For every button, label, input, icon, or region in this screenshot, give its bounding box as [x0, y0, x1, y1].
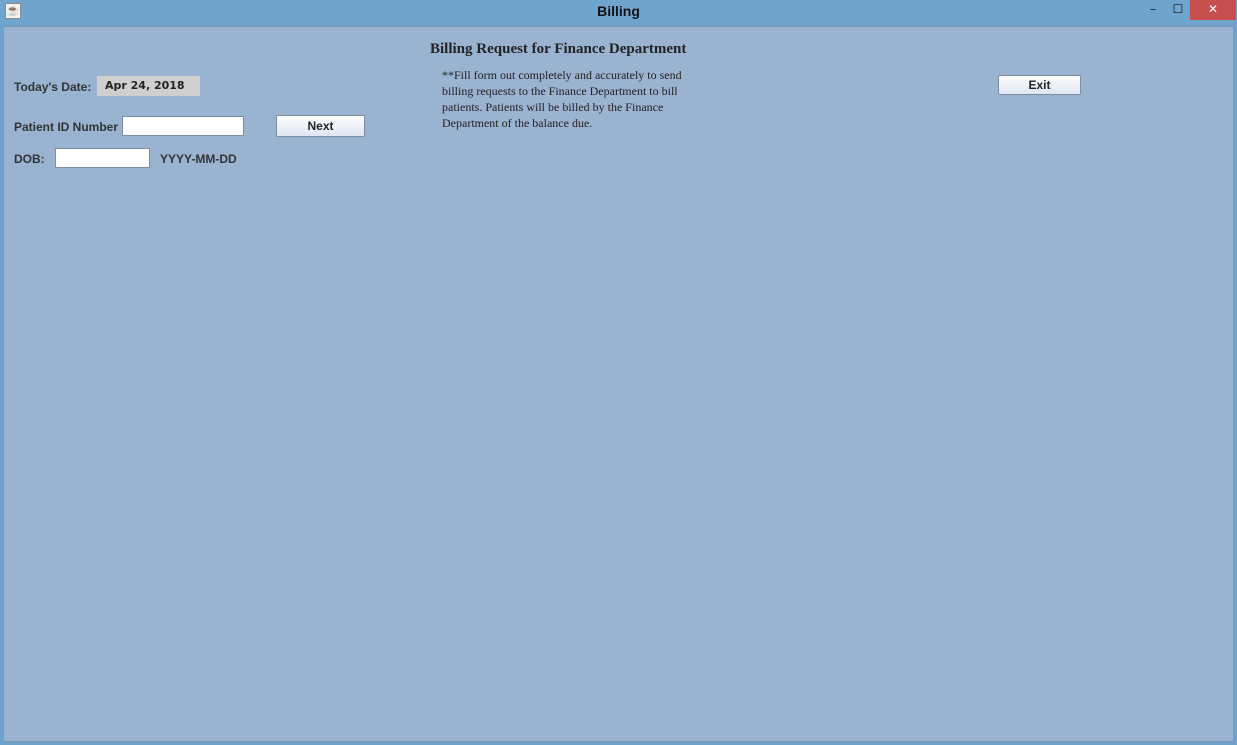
- billing-window: ☕ Billing – ☐ ✕ Billing Request for Fina…: [0, 0, 1237, 745]
- patient-id-input[interactable]: [122, 116, 244, 136]
- patient-id-label: Patient ID Number: [14, 120, 119, 134]
- maximize-icon[interactable]: ☐: [1166, 0, 1190, 20]
- dob-label: DOB:: [14, 152, 45, 166]
- instructions-text: **Fill form out completely and accuratel…: [442, 68, 682, 130]
- close-icon[interactable]: ✕: [1190, 0, 1236, 20]
- todays-date-value: Apr 24, 2018: [97, 76, 200, 96]
- title-bar[interactable]: ☕ Billing – ☐ ✕: [0, 0, 1237, 24]
- next-button[interactable]: Next: [276, 115, 365, 137]
- minimize-icon[interactable]: –: [1140, 0, 1166, 20]
- window-title: Billing: [597, 3, 640, 19]
- dob-input[interactable]: [55, 148, 150, 168]
- form-panel: Billing Request for Finance Department *…: [3, 26, 1234, 742]
- dob-format-hint: YYYY-MM-DD: [160, 152, 237, 166]
- exit-button[interactable]: Exit: [998, 75, 1081, 95]
- todays-date-label: Today's Date:: [14, 80, 92, 94]
- page-title: Billing Request for Finance Department: [430, 41, 687, 57]
